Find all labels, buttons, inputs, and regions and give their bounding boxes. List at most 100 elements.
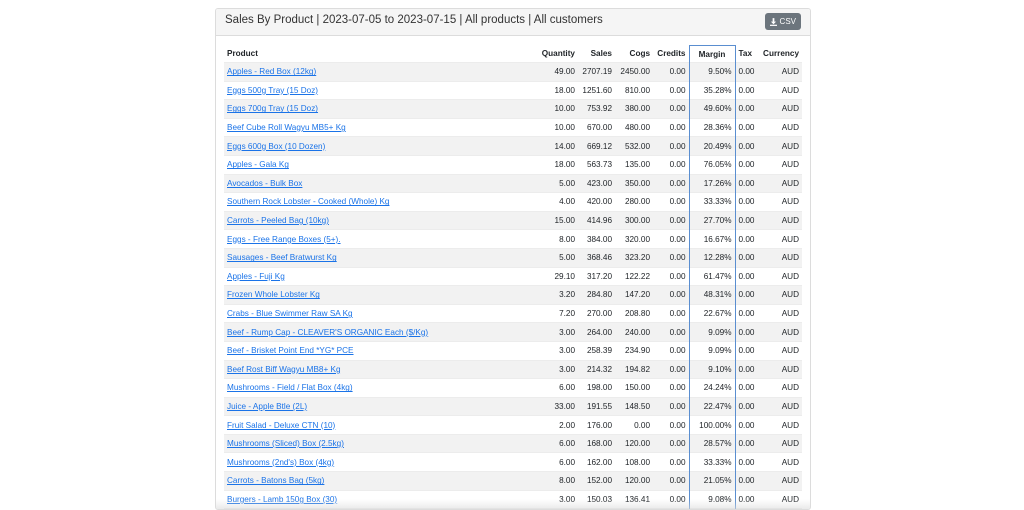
table-row: Frozen Whole Lobster Kg 3.20 284.80 147.20 0… xyxy=(224,285,802,305)
cell-credits: 0.00 xyxy=(653,192,689,212)
product-link[interactable]: Carrots - Peeled Bag (10kg) xyxy=(227,216,329,225)
table-row: Beef Rost Biff Wagyu MB8+ Kg 3.00 214.32 19… xyxy=(224,359,802,379)
cell-margin: 28.57% xyxy=(688,433,736,453)
product-link[interactable]: Sausages - Beef Bratwurst Kg xyxy=(227,253,337,262)
cell-quantity: 18.00 xyxy=(533,80,578,100)
cell-sales: 563.73 xyxy=(578,154,615,175)
column-header-margin[interactable]: Margin xyxy=(688,45,736,63)
panel-header: Sales By Product | 2023-07-05 to 2023-07… xyxy=(216,9,810,36)
cell-quantity: 49.00 xyxy=(533,62,578,82)
cell-sales: 214.32 xyxy=(578,359,615,379)
cell-product: Southern Rock Lobster - Cooked (Whole) K… xyxy=(224,192,533,212)
cell-cogs: 280.00 xyxy=(615,192,653,212)
cell-credits: 0.00 xyxy=(653,99,689,119)
product-link[interactable]: Juice - Apple Btle (2L) xyxy=(227,402,307,411)
csv-label: CSV xyxy=(779,17,796,26)
cell-credits: 0.00 xyxy=(653,229,689,249)
product-link[interactable]: Beef Cube Roll Wagyu MB5+ Kg xyxy=(227,123,346,132)
cell-credits: 0.00 xyxy=(653,285,689,305)
column-header-sales[interactable]: Sales xyxy=(578,46,615,63)
product-link[interactable]: Eggs - Free Range Boxes (5+). xyxy=(227,235,341,244)
cell-sales: 670.00 xyxy=(578,117,615,137)
cell-quantity: 8.00 xyxy=(533,229,578,249)
product-link[interactable]: Beef - Rump Cap - CLEAVER'S ORGANIC Each… xyxy=(227,328,428,337)
cell-credits: 0.00 xyxy=(653,210,689,230)
cell-cogs: 320.00 xyxy=(615,229,653,249)
cell-cogs: 150.00 xyxy=(615,378,653,398)
product-link[interactable]: Beef Rost Biff Wagyu MB8+ Kg xyxy=(227,365,341,374)
cell-margin: 21.05% xyxy=(688,471,736,491)
cell-quantity: 7.20 xyxy=(533,303,578,323)
cell-currency: AUD xyxy=(759,396,802,416)
product-link[interactable]: Crabs - Blue Swimmer Raw SA Kg xyxy=(227,309,353,318)
cell-tax: 0.00 xyxy=(735,62,759,82)
column-header-product[interactable]: Product xyxy=(224,46,533,63)
cell-product: Beef - Brisket Point End *YG* PCE xyxy=(224,340,533,360)
product-link[interactable]: Apples - Red Box (12kg) xyxy=(227,67,316,76)
cell-credits: 0.00 xyxy=(653,433,689,453)
cell-margin: 76.05% xyxy=(688,154,736,175)
product-link[interactable]: Apples - Gala Kg xyxy=(227,160,289,169)
cell-credits: 0.00 xyxy=(653,322,689,342)
product-link[interactable]: Apples - Fuji Kg xyxy=(227,272,285,281)
cell-quantity: 3.20 xyxy=(533,285,578,305)
cell-margin: 100.00% xyxy=(688,415,736,435)
product-link[interactable]: Fruit Salad - Deluxe CTN (10) xyxy=(227,421,335,430)
cell-product: Eggs 600g Box (10 Dozen) xyxy=(224,136,533,156)
product-link[interactable]: Mushrooms - Field / Flat Box (4kg) xyxy=(227,383,353,392)
cell-margin: 61.47% xyxy=(688,266,736,286)
cell-product: Beef Cube Roll Wagyu MB5+ Kg xyxy=(224,117,533,137)
cell-sales: 191.55 xyxy=(578,396,615,416)
cell-margin: 24.24% xyxy=(688,378,736,398)
product-link[interactable]: Eggs 600g Box (10 Dozen) xyxy=(227,142,325,151)
cell-product: Apples - Gala Kg xyxy=(224,154,533,175)
cell-credits: 0.00 xyxy=(653,378,689,398)
column-header-cogs[interactable]: Cogs xyxy=(615,46,653,63)
sales-report-panel: Sales By Product | 2023-07-05 to 2023-07… xyxy=(215,8,811,510)
product-link[interactable]: Eggs 500g Tray (15 Doz) xyxy=(227,86,318,95)
table-row: Southern Rock Lobster - Cooked (Whole) K… xyxy=(224,192,802,212)
table-row: Beef - Rump Cap - CLEAVER'S ORGANIC Each… xyxy=(224,322,802,342)
product-link[interactable]: Carrots - Batons Bag (5kg) xyxy=(227,476,324,485)
cell-quantity: 6.00 xyxy=(533,452,578,472)
cell-credits: 0.00 xyxy=(653,136,689,156)
csv-export-button[interactable]: CSV xyxy=(764,13,801,30)
column-header-currency[interactable]: Currency xyxy=(759,46,802,63)
cell-cogs: 148.50 xyxy=(615,396,653,416)
cell-currency: AUD xyxy=(759,378,802,398)
cell-tax: 0.00 xyxy=(735,117,759,137)
product-link[interactable]: Eggs 700g Tray (15 Doz) xyxy=(227,104,318,113)
cell-tax: 0.00 xyxy=(735,192,759,212)
product-link[interactable]: Beef - Brisket Point End *YG* PCE xyxy=(227,346,354,355)
cell-credits: 0.00 xyxy=(653,303,689,323)
cell-tax: 0.00 xyxy=(735,210,759,230)
product-link[interactable]: Avocados - Bulk Box xyxy=(227,179,302,188)
cell-quantity: 18.00 xyxy=(533,154,578,175)
product-link[interactable]: Frozen Whole Lobster Kg xyxy=(227,290,320,299)
cell-currency: AUD xyxy=(759,322,802,342)
cell-tax: 0.00 xyxy=(735,229,759,249)
cell-sales: 1251.60 xyxy=(578,80,615,100)
cell-tax: 0.00 xyxy=(735,471,759,491)
column-header-credits[interactable]: Credits xyxy=(653,46,689,63)
cell-quantity: 29.10 xyxy=(533,266,578,286)
table-row: Mushrooms (2nd's) Box (4kg) 6.00 162.00 108… xyxy=(224,452,802,472)
cell-tax: 0.00 xyxy=(735,433,759,453)
cell-quantity: 5.00 xyxy=(533,173,578,193)
product-link[interactable]: Mushrooms (Sliced) Box (2.5kg) xyxy=(227,439,344,448)
table-row: Carrots - Batons Bag (5kg) 8.00 152.00 120.… xyxy=(224,471,802,491)
cell-cogs: 380.00 xyxy=(615,99,653,119)
download-icon xyxy=(769,17,777,26)
cell-credits: 0.00 xyxy=(653,266,689,286)
column-header-quantity[interactable]: Quantity xyxy=(533,46,578,63)
cell-tax: 0.00 xyxy=(735,359,759,379)
cell-cogs: 135.00 xyxy=(615,154,653,175)
product-link[interactable]: Southern Rock Lobster - Cooked (Whole) K… xyxy=(227,197,389,206)
column-header-tax[interactable]: Tax xyxy=(735,46,759,63)
cell-tax: 0.00 xyxy=(735,99,759,119)
cell-sales: 2707.19 xyxy=(578,62,615,82)
cell-tax: 0.00 xyxy=(735,452,759,472)
cell-tax: 0.00 xyxy=(735,285,759,305)
product-link[interactable]: Mushrooms (2nd's) Box (4kg) xyxy=(227,458,334,467)
cell-currency: AUD xyxy=(759,415,802,435)
